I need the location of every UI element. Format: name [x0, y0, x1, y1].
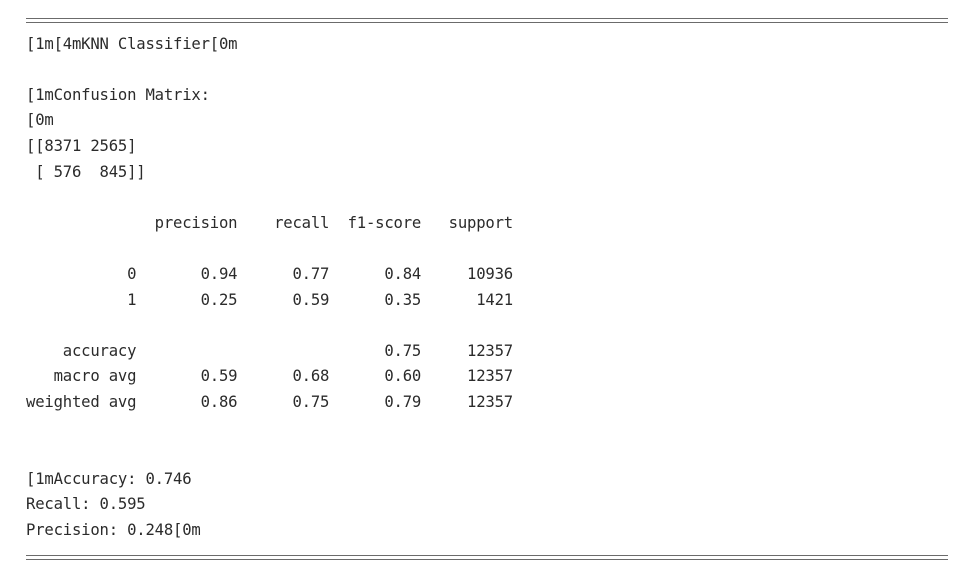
- report-row: 0 0.94 0.77 0.84 10936: [26, 264, 513, 283]
- summary-accuracy: [1mAccuracy: 0.746: [26, 469, 192, 488]
- report-header: precision recall f1-score support: [26, 213, 514, 232]
- confusion-matrix-header: [1mConfusion Matrix:: [26, 85, 210, 104]
- console-text: ========================================…: [26, 9, 948, 572]
- separator-line: ========================================…: [26, 546, 948, 572]
- ansi-reset-code: [0m: [26, 111, 54, 130]
- summary-recall: Recall: 0.595: [26, 495, 146, 514]
- matrix-row: [[8371 2565]: [26, 136, 137, 155]
- matrix-row: [ 576 845]]: [26, 162, 146, 181]
- console-output: ========================================…: [0, 0, 962, 562]
- separator-line: ========================================…: [26, 9, 948, 35]
- report-row: accuracy 0.75 12357: [26, 341, 513, 360]
- report-row: 1 0.25 0.59 0.35 1421: [26, 290, 513, 309]
- report-row: weighted avg 0.86 0.75 0.79 12357: [26, 392, 513, 411]
- classifier-title: [1m[4mKNN Classifier[0m: [26, 34, 238, 53]
- report-row: macro avg 0.59 0.68 0.60 12357: [26, 367, 514, 386]
- summary-precision: Precision: 0.248[0m: [26, 520, 201, 539]
